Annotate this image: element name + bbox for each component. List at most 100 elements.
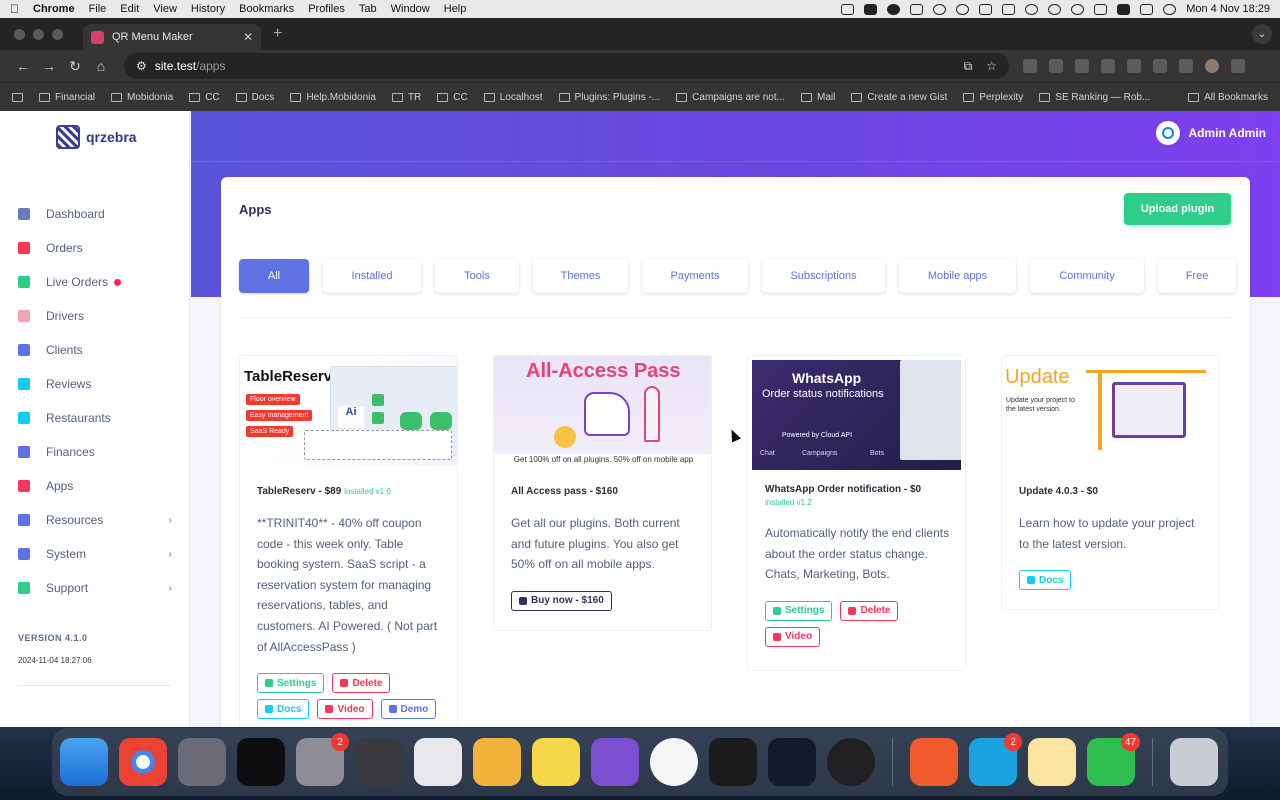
- filter-all[interactable]: All: [239, 259, 309, 293]
- extension-1-icon[interactable]: [1023, 59, 1037, 73]
- docs-button[interactable]: Docs: [1019, 570, 1072, 591]
- menu-view[interactable]: View: [153, 3, 177, 15]
- trash-icon[interactable]: [1170, 738, 1218, 786]
- buy-now-button[interactable]: Buy now - $160: [511, 590, 612, 611]
- sketch-icon[interactable]: [1028, 738, 1076, 786]
- sidebar-item-reviews[interactable]: Reviews: [0, 367, 190, 401]
- menu-history[interactable]: History: [191, 3, 225, 15]
- sidebar-item-clients[interactable]: Clients: [0, 333, 190, 367]
- status-icon-1[interactable]: [841, 3, 855, 15]
- settings-button[interactable]: Settings: [257, 673, 325, 694]
- brand-logo[interactable]: qrzebra: [56, 125, 137, 149]
- upload-plugin-button[interactable]: Upload plugin: [1124, 193, 1231, 225]
- plugin-image[interactable]: Update Update your project to the latest…: [1002, 356, 1219, 466]
- apple-menu-icon[interactable]: : [10, 2, 19, 16]
- new-tab-icon[interactable]: +: [273, 25, 282, 43]
- menu-window[interactable]: Window: [391, 3, 430, 15]
- menu-bookmarks[interactable]: Bookmarks: [239, 3, 294, 15]
- forward-icon[interactable]: →: [36, 58, 62, 74]
- status-icon-2[interactable]: [864, 3, 878, 15]
- extension-2-icon[interactable]: [1049, 59, 1063, 73]
- delete-button[interactable]: Delete: [332, 673, 391, 694]
- system-settings-icon[interactable]: 2: [296, 733, 349, 786]
- extension-7-icon[interactable]: [1179, 59, 1193, 73]
- sidebar-item-finances[interactable]: Finances: [0, 435, 190, 469]
- docs-button[interactable]: Docs: [257, 699, 310, 720]
- filter-subscriptions[interactable]: Subscriptions: [762, 259, 885, 293]
- bluetooth-icon[interactable]: [1094, 3, 1108, 15]
- menu-tab[interactable]: Tab: [359, 3, 377, 15]
- whatsapp-icon[interactable]: 47: [1087, 733, 1140, 786]
- filter-installed[interactable]: Installed: [323, 259, 421, 293]
- bookmark-item[interactable]: Campaigns are not...: [676, 92, 785, 103]
- zoom-window-icon[interactable]: [52, 28, 63, 40]
- bookmark-item[interactable]: Help.Mobidonia: [290, 92, 376, 103]
- search-icon[interactable]: [1048, 3, 1062, 15]
- plugin-image[interactable]: TableReserve Floor overview Easy managem…: [240, 356, 457, 466]
- sidebar-item-orders[interactable]: Orders: [0, 231, 190, 265]
- all-bookmarks[interactable]: All Bookmarks: [1188, 92, 1268, 103]
- cyberduck-icon[interactable]: [532, 738, 580, 786]
- install-app-icon[interactable]: ⧉: [964, 59, 973, 74]
- browser-tab[interactable]: QR Menu Maker ✕: [83, 24, 261, 50]
- bookmark-item[interactable]: Create a new Gist: [851, 92, 947, 103]
- input-source-icon[interactable]: [1117, 3, 1131, 15]
- filter-tools[interactable]: Tools: [435, 259, 519, 293]
- sidebar-item-live-orders[interactable]: Live Orders: [0, 265, 190, 299]
- menu-datetime[interactable]: Mon 4 Nov 18:29: [1186, 3, 1270, 15]
- user-menu[interactable]: Admin Admin: [1156, 121, 1266, 145]
- delete-button[interactable]: Delete: [840, 600, 899, 621]
- sidebar-item-support[interactable]: Support ›: [0, 571, 190, 605]
- bookmark-item[interactable]: Docs: [235, 92, 274, 103]
- password-manager-icon[interactable]: [414, 738, 462, 786]
- tableplus-icon[interactable]: [473, 738, 521, 786]
- obs-icon[interactable]: [827, 738, 875, 786]
- status-icon-7[interactable]: [979, 3, 993, 15]
- filter-themes[interactable]: Themes: [533, 259, 628, 293]
- siri-icon[interactable]: [1163, 3, 1177, 15]
- plugin-image[interactable]: All-Access Pass Get 100% off on all plug…: [494, 356, 711, 466]
- paw-app-icon[interactable]: [910, 738, 958, 786]
- sidebar-item-system[interactable]: System ›: [0, 537, 190, 571]
- demo-button[interactable]: Demo: [380, 699, 437, 720]
- calculator-icon[interactable]: [355, 738, 403, 786]
- cloud-terminal-icon[interactable]: [768, 738, 816, 786]
- video-button[interactable]: Video: [765, 626, 821, 647]
- sidebar-item-dashboard[interactable]: Dashboard: [0, 197, 190, 231]
- wifi-icon[interactable]: [1071, 3, 1085, 15]
- bookmark-item[interactable]: CC: [437, 92, 468, 103]
- clock-icon[interactable]: [650, 738, 698, 786]
- finder-icon[interactable]: [60, 738, 108, 786]
- sidebar-item-drivers[interactable]: Drivers: [0, 299, 190, 333]
- launchpad-icon[interactable]: [178, 738, 226, 786]
- sidebar-item-resources[interactable]: Resources ›: [0, 503, 190, 537]
- bookmark-item[interactable]: SE Ranking — Rob...: [1039, 92, 1150, 103]
- bookmark-item[interactable]: Mobidonia: [111, 92, 173, 103]
- extension-3-icon[interactable]: [1075, 59, 1089, 73]
- close-window-icon[interactable]: [14, 28, 25, 40]
- back-icon[interactable]: ←: [10, 58, 36, 74]
- volume-icon[interactable]: [1025, 3, 1039, 15]
- profile-avatar[interactable]: [1205, 59, 1219, 73]
- filter-free[interactable]: Free: [1158, 259, 1236, 293]
- extension-5-icon[interactable]: [1127, 59, 1141, 73]
- skype-icon[interactable]: 2: [969, 733, 1022, 786]
- settings-button[interactable]: Settings: [765, 600, 833, 621]
- menu-app-name[interactable]: Chrome: [33, 3, 75, 15]
- sidebar-item-apps[interactable]: Apps: [0, 469, 190, 503]
- menu-help[interactable]: Help: [444, 3, 467, 15]
- filter-payments[interactable]: Payments: [642, 259, 748, 293]
- tab-search-icon[interactable]: ⌄: [1252, 24, 1272, 44]
- control-center-icon[interactable]: [1140, 3, 1154, 15]
- cube-app-icon[interactable]: [237, 738, 285, 786]
- home-icon[interactable]: ⌂: [88, 58, 114, 74]
- menu-edit[interactable]: Edit: [120, 3, 139, 15]
- filter-mobile-apps[interactable]: Mobile apps: [899, 259, 1016, 293]
- terminal-icon[interactable]: [709, 738, 757, 786]
- viber-icon[interactable]: [591, 738, 639, 786]
- bookmark-item[interactable]: Plugins: Plugins -...: [558, 92, 660, 103]
- menu-file[interactable]: File: [89, 3, 107, 15]
- chrome-menu-icon[interactable]: [1231, 59, 1245, 73]
- video-button[interactable]: Video: [317, 699, 373, 720]
- database-icon[interactable]: [910, 3, 924, 15]
